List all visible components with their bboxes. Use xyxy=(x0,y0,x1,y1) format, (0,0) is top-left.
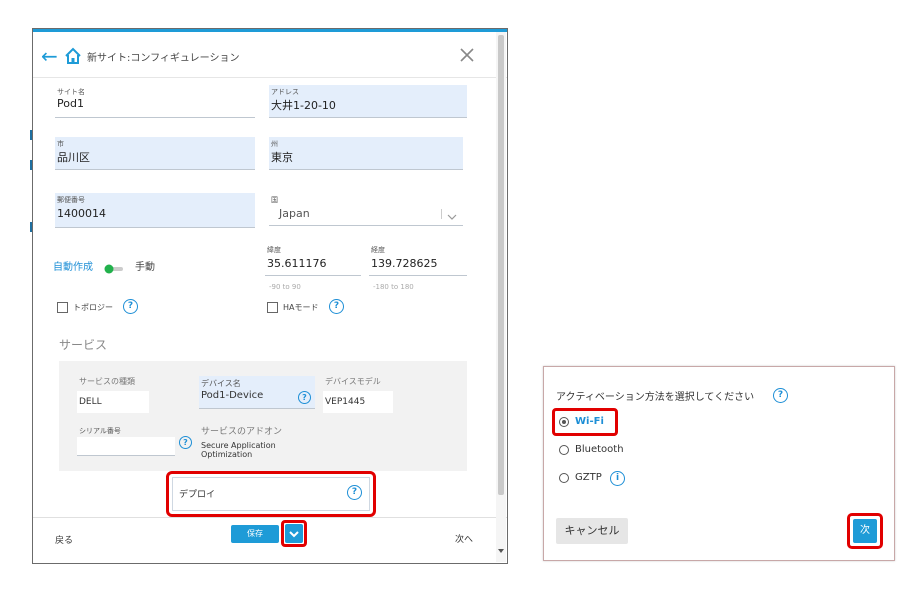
device-name-value: Pod1-Device xyxy=(201,390,264,401)
save-dropdown-button[interactable] xyxy=(285,524,303,543)
topology-help-icon[interactable]: ? xyxy=(123,299,138,314)
footer-divider xyxy=(33,517,507,518)
postal-code-label: 郵便番号 xyxy=(57,196,85,204)
select-divider xyxy=(441,209,442,219)
longitude-value: 139.728625 xyxy=(371,257,438,270)
addon-value-line2: Optimization xyxy=(201,450,253,459)
address-label: アドレス xyxy=(271,88,299,96)
topology-label: トポロジー xyxy=(73,303,113,312)
activation-next-button[interactable]: 次 xyxy=(853,519,877,543)
address-field[interactable]: アドレス 大井1-20-10 xyxy=(269,85,467,118)
longitude-label: 経度 xyxy=(371,246,385,254)
home-icon[interactable] xyxy=(63,46,83,66)
topology-checkbox[interactable] xyxy=(57,302,68,313)
info-icon[interactable]: i xyxy=(610,471,625,486)
auto-manual-toggle[interactable] xyxy=(103,259,125,274)
wifi-label[interactable]: Wi-Fi xyxy=(575,416,604,427)
country-label: 国 xyxy=(271,196,278,204)
country-value: Japan xyxy=(279,207,310,220)
scroll-down-icon[interactable] xyxy=(498,549,504,553)
activation-title: アクティベーション方法を選択してください xyxy=(556,392,755,403)
latitude-label: 緯度 xyxy=(267,246,281,254)
radio-selected-dot xyxy=(562,420,566,424)
close-icon[interactable] xyxy=(455,43,479,67)
serial-label: シリアル番号 xyxy=(79,427,121,435)
ha-mode-help-icon[interactable]: ? xyxy=(329,299,344,314)
dialog-top-accent xyxy=(33,29,507,32)
site-name-label: サイト名 xyxy=(57,88,85,96)
back-button[interactable]: 戻る xyxy=(55,533,73,546)
device-model-label: デバイスモデル xyxy=(325,377,381,386)
device-name-field[interactable]: デバイス名 Pod1-Device ? xyxy=(199,376,315,409)
city-label: 市 xyxy=(57,140,64,148)
postal-code-field[interactable]: 郵便番号 1400014 xyxy=(55,193,255,228)
gztp-label[interactable]: GZTP xyxy=(575,472,602,483)
deploy-option-label: デプロイ xyxy=(179,490,216,500)
addon-label: サービスのアドオン xyxy=(201,427,283,437)
header-divider xyxy=(33,77,507,78)
device-name-label: デバイス名 xyxy=(201,379,241,388)
cancel-button[interactable]: キャンセル xyxy=(556,518,628,544)
wifi-radio[interactable] xyxy=(559,417,569,427)
serial-help-icon[interactable]: ? xyxy=(179,436,192,449)
city-value: 品川区 xyxy=(57,151,90,164)
addon-value-line1: Secure Application xyxy=(201,441,276,450)
ha-mode-checkbox[interactable] xyxy=(267,302,278,313)
state-label: 州 xyxy=(271,140,278,148)
chevron-down-icon xyxy=(289,531,299,538)
site-name-value: Pod1 xyxy=(57,97,84,110)
device-model-field[interactable]: VEP1445 xyxy=(323,391,393,413)
country-select[interactable]: 国 Japan xyxy=(269,193,463,226)
ha-mode-label: HAモード xyxy=(283,303,319,312)
latitude-hint: -90 to 90 xyxy=(269,283,301,291)
save-button[interactable]: 保存 xyxy=(231,525,279,543)
city-field[interactable]: 市 品川区 xyxy=(55,137,255,170)
service-type-label: サービスの種類 xyxy=(79,377,135,386)
back-arrow-icon[interactable]: ← xyxy=(41,46,61,66)
device-name-help-icon[interactable]: ? xyxy=(298,391,311,404)
deploy-help-icon[interactable]: ? xyxy=(347,485,362,500)
latitude-value: 35.611176 xyxy=(267,257,327,270)
service-type-value: DELL xyxy=(79,397,102,407)
address-value: 大井1-20-10 xyxy=(271,99,336,112)
service-type-field[interactable]: DELL xyxy=(77,391,149,413)
bluetooth-radio[interactable] xyxy=(559,445,569,455)
dialog-title: 新サイト:コンフィギュレーション xyxy=(87,53,240,64)
service-card: サービスの種類 DELL デバイス名 Pod1-Device ? デバイスモデル… xyxy=(59,361,467,471)
site-name-field[interactable]: サイト名 Pod1 xyxy=(55,85,255,118)
auto-create-label: 自動作成 xyxy=(53,262,93,273)
services-section-title: サービス xyxy=(59,338,108,352)
gztp-radio[interactable] xyxy=(559,473,569,483)
bluetooth-label[interactable]: Bluetooth xyxy=(575,444,624,455)
chevron-down-icon[interactable] xyxy=(447,207,457,226)
serial-field[interactable] xyxy=(77,437,175,456)
next-button[interactable]: 次へ xyxy=(455,532,473,545)
scrollbar-thumb[interactable] xyxy=(498,35,504,495)
latitude-field[interactable]: 緯度 35.611176 xyxy=(265,243,361,276)
site-configuration-dialog: ← 新サイト:コンフィギュレーション サイト名 Pod1 アドレス 大井1-20… xyxy=(32,28,508,564)
postal-code-value: 1400014 xyxy=(57,207,106,220)
longitude-hint: -180 to 180 xyxy=(373,283,414,291)
activation-help-icon[interactable]: ? xyxy=(773,388,788,403)
device-model-value: VEP1445 xyxy=(325,397,366,407)
longitude-field[interactable]: 経度 139.728625 xyxy=(369,243,467,276)
manual-label: 手動 xyxy=(135,262,155,273)
state-value: 東京 xyxy=(271,151,293,164)
activation-method-dialog: アクティベーション方法を選択してください ? Wi-Fi Bluetooth G… xyxy=(543,366,895,561)
state-field[interactable]: 州 東京 xyxy=(269,137,463,170)
